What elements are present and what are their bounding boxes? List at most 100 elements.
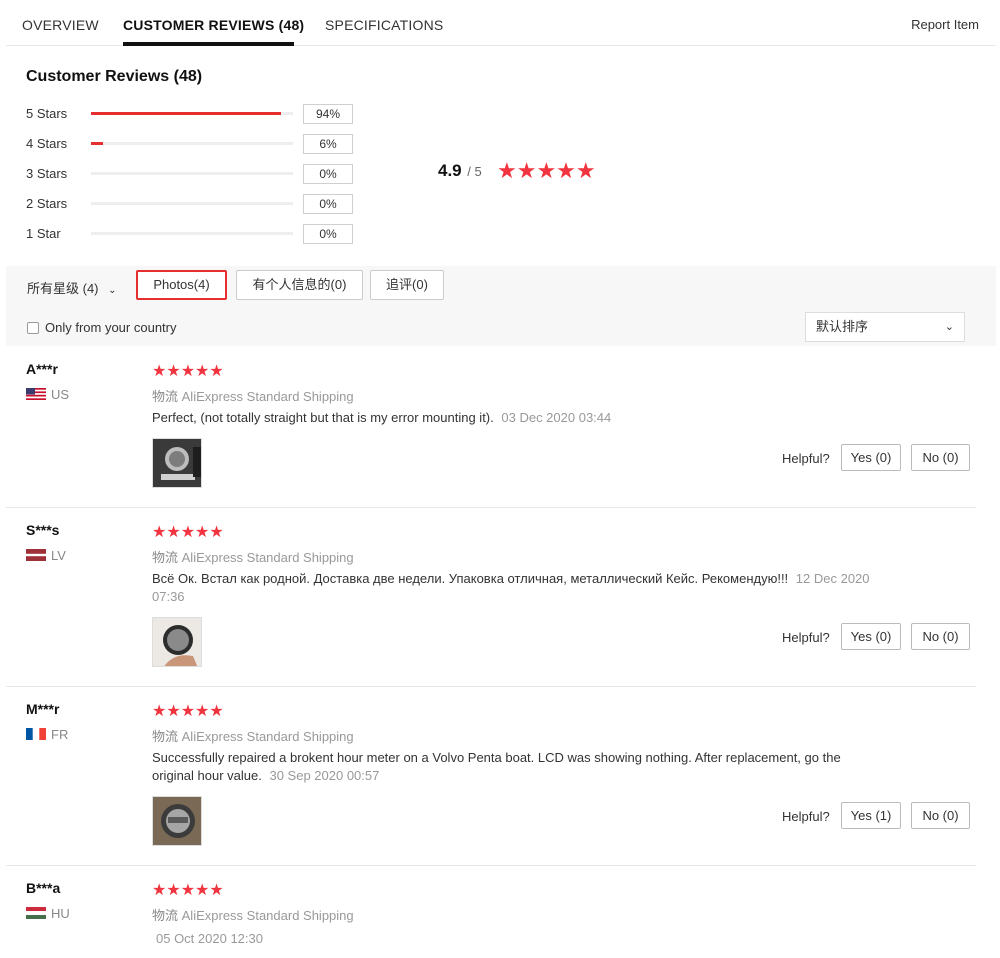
- filter-followup-button[interactable]: 追评(0): [370, 270, 444, 300]
- rating-bar-fill: [91, 112, 281, 115]
- rating-row-5[interactable]: 5 Stars 94%: [26, 104, 356, 124]
- photo-image: [153, 439, 201, 487]
- country-code: FR: [51, 727, 69, 742]
- rating-row-4[interactable]: 4 Stars 6%: [26, 134, 356, 154]
- helpful-label: Helpful?: [782, 451, 830, 466]
- helpful-yes-button[interactable]: Yes (1): [841, 802, 901, 829]
- rating-row-1[interactable]: 1 Star 0%: [26, 224, 356, 244]
- rating-bar: [91, 172, 293, 175]
- helpful-no-button[interactable]: No (0): [911, 802, 970, 829]
- rating-percent: 94%: [303, 104, 353, 124]
- review-date: 30 Sep 2020 00:57: [269, 768, 380, 783]
- shipping-value: AliExpress Standard Shipping: [181, 389, 354, 404]
- rating-bar: [91, 112, 293, 115]
- country-code: US: [51, 387, 70, 402]
- shipping-value: AliExpress Standard Shipping: [181, 908, 354, 923]
- review-filter-bar: 所有星级 (4) ⌄ Photos(4) 有个人信息的(0) 追评(0) Onl…: [6, 266, 996, 346]
- rating-bar: [91, 232, 293, 235]
- rating-bar: [91, 142, 293, 145]
- checkbox-box[interactable]: [27, 322, 39, 334]
- rating-label: 4 Stars: [26, 136, 68, 151]
- average-rating-value: 4.9: [438, 161, 462, 180]
- filter-personal-info-button[interactable]: 有个人信息的(0): [236, 270, 363, 300]
- tab-bar: OVERVIEW CUSTOMER REVIEWS (48) SPECIFICA…: [6, 0, 996, 46]
- reviewer-name: M***r: [26, 701, 60, 717]
- shipping-key: 物流: [152, 729, 179, 744]
- tab-overview[interactable]: OVERVIEW: [22, 17, 99, 33]
- reviewer-country: US: [26, 387, 69, 402]
- fr-flag-icon: [26, 728, 46, 740]
- filter-photos-button[interactable]: Photos(4): [136, 270, 227, 300]
- reviewer-country: FR: [26, 727, 68, 742]
- reviews-summary-title: Customer Reviews (48): [26, 68, 203, 85]
- tab-specifications[interactable]: SPECIFICATIONS: [325, 17, 443, 33]
- review-body: Всё Ок. Встал как родной. Доставка две н…: [152, 571, 789, 586]
- rating-label: 5 Stars: [26, 106, 68, 121]
- average-star-icons: ★★★★★: [497, 158, 596, 183]
- review-photo-thumbnail[interactable]: [152, 617, 202, 667]
- helpful-label: Helpful?: [782, 809, 830, 824]
- shipping-info: 物流 AliExpress Standard Shipping: [152, 905, 354, 924]
- country-code: LV: [51, 548, 66, 563]
- rating-bar-fill: [91, 142, 104, 145]
- country-only-checkbox[interactable]: Only from your country: [27, 320, 177, 335]
- review-text: Successfully repaired a brokent hour met…: [152, 749, 872, 785]
- average-rating-scale: / 5: [467, 164, 482, 179]
- shipping-value: AliExpress Standard Shipping: [181, 729, 354, 744]
- chevron-down-icon: ⌄: [108, 285, 117, 296]
- helpful-no-button[interactable]: No (0): [911, 444, 970, 471]
- review-photo-thumbnail[interactable]: [152, 796, 202, 846]
- shipping-key: 物流: [152, 908, 179, 923]
- shipping-info: 物流 AliExpress Standard Shipping: [152, 726, 354, 745]
- shipping-info: 物流 AliExpress Standard Shipping: [152, 386, 354, 405]
- shipping-key: 物流: [152, 389, 179, 404]
- rating-row-2[interactable]: 2 Stars 0%: [26, 194, 356, 214]
- rating-row-3[interactable]: 3 Stars 0%: [26, 164, 356, 184]
- rating-label: 1 Star: [26, 226, 61, 241]
- us-flag-icon: [26, 388, 46, 400]
- tab-customer-reviews[interactable]: CUSTOMER REVIEWS (48): [123, 17, 304, 33]
- review-star-icons: ★★★★★: [152, 703, 224, 720]
- review-star-icons: ★★★★★: [152, 363, 224, 380]
- country-code: HU: [51, 906, 70, 921]
- reviewer-country: LV: [26, 548, 66, 563]
- review-text: Perfect, (not totally straight but that …: [152, 409, 872, 427]
- sort-label: 默认排序: [816, 319, 869, 334]
- review-photo-thumbnail[interactable]: [152, 438, 202, 488]
- chevron-down-icon: ⌄: [944, 321, 954, 333]
- rating-bar: [91, 202, 293, 205]
- rating-percent: 0%: [303, 164, 353, 184]
- review-text: Всё Ок. Встал как родной. Доставка две н…: [152, 570, 872, 606]
- all-stars-label: 所有星级 (4): [27, 281, 99, 296]
- rating-percent: 6%: [303, 134, 353, 154]
- reviewer-country: HU: [26, 906, 70, 921]
- review-star-icons: ★★★★★: [152, 882, 224, 899]
- country-only-label: Only from your country: [45, 320, 177, 335]
- review-item: M***r FR ★★★★★ 物流 AliExpress Standard Sh…: [6, 687, 976, 866]
- review-body: Perfect, (not totally straight but that …: [152, 410, 494, 425]
- shipping-info: 物流 AliExpress Standard Shipping: [152, 547, 354, 566]
- helpful-label: Helpful?: [782, 630, 830, 645]
- active-tab-indicator: [123, 42, 294, 46]
- review-date: 03 Dec 2020 03:44: [501, 410, 612, 425]
- hu-flag-icon: [26, 907, 46, 919]
- photo-image: [153, 618, 201, 666]
- report-item-link[interactable]: Report Item: [911, 17, 979, 32]
- average-rating: 4.9 / 5: [438, 161, 482, 181]
- reviewer-name: S***s: [26, 522, 60, 538]
- photo-image: [153, 797, 201, 845]
- sort-select[interactable]: 默认排序 ⌄: [805, 312, 965, 342]
- reviewer-name: B***a: [26, 880, 61, 896]
- rating-percent: 0%: [303, 224, 353, 244]
- review-star-icons: ★★★★★: [152, 524, 224, 541]
- review-body: Successfully repaired a brokent hour met…: [152, 750, 841, 783]
- shipping-value: AliExpress Standard Shipping: [181, 550, 354, 565]
- review-item: A***r US ★★★★★ 物流 AliExpress Standard Sh…: [6, 347, 976, 508]
- helpful-no-button[interactable]: No (0): [911, 623, 970, 650]
- lv-flag-icon: [26, 549, 46, 561]
- rating-label: 2 Stars: [26, 196, 68, 211]
- all-stars-dropdown[interactable]: 所有星级 (4) ⌄: [27, 278, 117, 297]
- helpful-yes-button[interactable]: Yes (0): [841, 444, 901, 471]
- shipping-key: 物流: [152, 550, 179, 565]
- helpful-yes-button[interactable]: Yes (0): [841, 623, 901, 650]
